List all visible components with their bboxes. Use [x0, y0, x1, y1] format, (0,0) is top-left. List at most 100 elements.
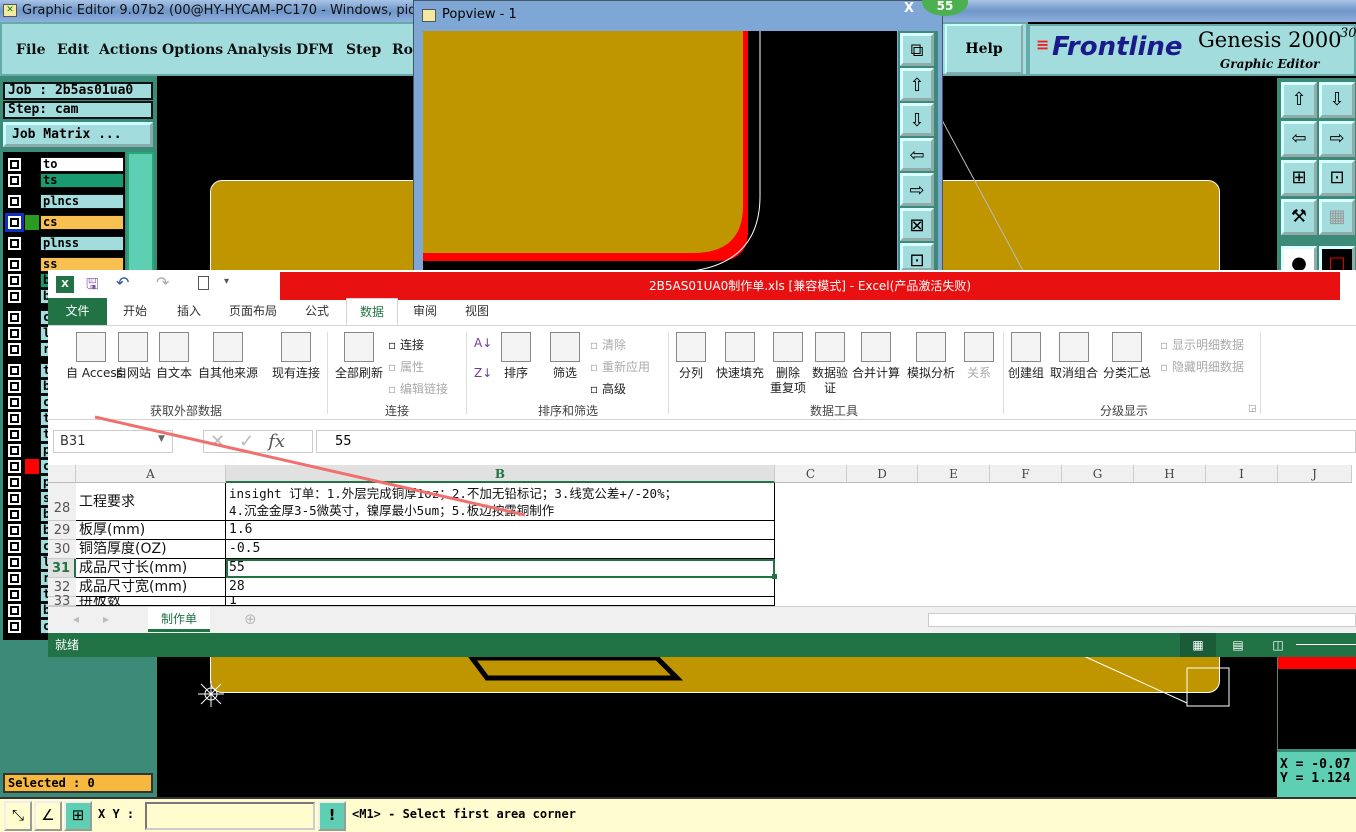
- name-box[interactable]: B31: [53, 430, 173, 453]
- ribbon-button[interactable]: 分类汇总: [1102, 332, 1152, 381]
- ribbon-button[interactable]: 创建组: [1006, 332, 1046, 381]
- tools-icon[interactable]: ⚒: [1281, 199, 1317, 235]
- layer-row[interactable]: plnss: [3, 235, 125, 251]
- alert-button[interactable]: !: [318, 801, 346, 831]
- popview-pan-right-icon[interactable]: ⇨: [900, 173, 934, 206]
- zoom-in-icon[interactable]: ⊞: [1281, 160, 1317, 196]
- ribbon-button[interactable]: 排序: [498, 332, 534, 381]
- ribbon-button[interactable]: 自网站: [110, 332, 156, 381]
- enter-icon[interactable]: ✓: [239, 431, 268, 452]
- column-header[interactable]: D: [847, 465, 918, 483]
- tab-3[interactable]: 页面布局: [218, 298, 288, 325]
- layer-checkbox[interactable]: [7, 603, 22, 618]
- cell-b[interactable]: 1.6: [226, 521, 775, 540]
- select-all-button[interactable]: [48, 465, 76, 483]
- page-break-icon[interactable]: ◫: [1260, 633, 1296, 657]
- ribbon-button[interactable]: 合并计算: [850, 332, 902, 381]
- insert-function-icon[interactable]: fx: [268, 431, 285, 452]
- measure-angle-icon[interactable]: ∠: [34, 801, 62, 831]
- help-button[interactable]: Help: [945, 24, 1023, 74]
- layer-name[interactable]: plncs: [40, 194, 124, 209]
- ribbon-button[interactable]: 自文本: [152, 332, 196, 381]
- layer-checkbox[interactable]: [7, 326, 22, 341]
- horizontal-scrollbar[interactable]: [928, 613, 1356, 627]
- layer-checkbox[interactable]: [7, 587, 22, 602]
- xy-input[interactable]: [145, 802, 315, 830]
- tab-4[interactable]: 公式: [293, 298, 341, 325]
- ribbon-small-button[interactable]: ▫ 属性: [388, 358, 424, 375]
- cell-a[interactable]: 工程要求: [76, 483, 226, 521]
- column-header[interactable]: E: [918, 465, 990, 483]
- cell-b[interactable]: 1: [226, 597, 775, 606]
- layer-checkbox[interactable]: [7, 194, 22, 209]
- ribbon-button[interactable]: 现有连接: [268, 332, 324, 381]
- ribbon-button[interactable]: 模拟分析: [902, 332, 960, 381]
- layer-checkbox[interactable]: [7, 555, 22, 570]
- normal-view-icon[interactable]: ▦: [1180, 633, 1216, 657]
- tab-2[interactable]: 插入: [163, 298, 215, 325]
- cancel-icon[interactable]: ✕: [210, 431, 239, 452]
- menu-actions[interactable]: Actions: [99, 42, 158, 58]
- ribbon-button[interactable]: 删除 重复项: [768, 332, 808, 396]
- menu-edit[interactable]: Edit: [57, 42, 89, 58]
- ribbon-button[interactable]: 快速填充: [712, 332, 768, 381]
- menu-options[interactable]: Options: [162, 42, 223, 58]
- zoom-out-icon[interactable]: ⊡: [1319, 160, 1355, 196]
- cell-b[interactable]: 28: [226, 578, 775, 597]
- cell-a[interactable]: 铜箔厚度(OZ): [76, 540, 226, 559]
- layer-checkbox[interactable]: [7, 395, 22, 410]
- zoom-area-icon[interactable]: ⤡: [4, 801, 32, 831]
- ribbon-button[interactable]: 自其他来源: [196, 332, 260, 381]
- ribbon-small-button[interactable]: ▫ 清除: [590, 336, 626, 353]
- cell-b[interactable]: -0.5: [226, 540, 775, 559]
- layer-name[interactable]: cs: [40, 215, 124, 230]
- row-header[interactable]: 29: [48, 521, 76, 540]
- sheet-next-icon[interactable]: ▸: [103, 612, 109, 626]
- undo-icon[interactable]: ↶: [116, 273, 129, 292]
- tab-7[interactable]: 视图: [453, 298, 501, 325]
- cell-b[interactable]: insight 订单：1.外层完成铜厚1oz；2.不加无铅标记；3.线宽公差+/…: [226, 483, 775, 521]
- layer-checkbox[interactable]: [7, 507, 22, 522]
- ribbon-button[interactable]: 全部刷新: [334, 332, 384, 381]
- dialog-launcher-icon[interactable]: ◲: [1248, 404, 1257, 414]
- tab-0[interactable]: 文件: [48, 298, 107, 325]
- layer-checkbox[interactable]: [7, 310, 22, 325]
- column-header[interactable]: F: [990, 465, 1062, 483]
- layer-checkbox[interactable]: [7, 427, 22, 442]
- popview-pan-left-icon[interactable]: ⇦: [900, 138, 934, 171]
- layer-name[interactable]: plnss: [40, 236, 124, 251]
- row-header[interactable]: 30: [48, 540, 76, 559]
- save-icon[interactable]: 🖫: [86, 274, 99, 299]
- layer-checkbox[interactable]: [7, 475, 22, 490]
- layer-checkbox[interactable]: [7, 491, 22, 506]
- tab-5[interactable]: 数据: [346, 298, 398, 325]
- layer-checkbox[interactable]: [5, 213, 24, 232]
- layer-name[interactable]: ts: [40, 173, 124, 188]
- pan-up-icon[interactable]: ⇧: [1281, 82, 1317, 118]
- ribbon-small-button[interactable]: ▫ 高级: [590, 380, 626, 397]
- layer-row[interactable]: cs: [3, 213, 125, 232]
- cell-a[interactable]: 板厚(mm): [76, 521, 226, 540]
- pan-down-icon[interactable]: ⇩: [1319, 82, 1355, 118]
- row-header[interactable]: 31: [48, 559, 76, 578]
- popview-zoom-out-icon[interactable]: ⊡: [900, 243, 934, 271]
- add-sheet-icon[interactable]: ⊕: [244, 610, 257, 628]
- ribbon-button[interactable]: 关系: [962, 332, 996, 381]
- ribbon-small-button[interactable]: ▫ 隐藏明细数据: [1160, 358, 1244, 375]
- menu-file[interactable]: File: [16, 42, 45, 58]
- column-header[interactable]: H: [1134, 465, 1206, 483]
- ribbon-button[interactable]: 数据验 证: [810, 332, 850, 396]
- grid-snap-icon[interactable]: ⊞: [64, 801, 92, 831]
- pan-left-icon[interactable]: ⇦: [1281, 121, 1317, 157]
- grid-icon[interactable]: ▦: [1319, 199, 1355, 235]
- sheet-tab[interactable]: 制作单: [148, 607, 210, 632]
- layer-checkbox[interactable]: [7, 443, 22, 458]
- formula-input[interactable]: 55: [316, 430, 1356, 453]
- column-header[interactable]: I: [1206, 465, 1278, 483]
- popview-canvas[interactable]: [423, 31, 897, 273]
- name-box-dropdown-icon[interactable]: ▼: [158, 434, 165, 444]
- layer-checkbox[interactable]: [7, 273, 22, 288]
- job-matrix-button[interactable]: Job Matrix ...: [3, 122, 153, 147]
- layer-checkbox[interactable]: [7, 236, 22, 251]
- mini-view[interactable]: [1278, 669, 1356, 749]
